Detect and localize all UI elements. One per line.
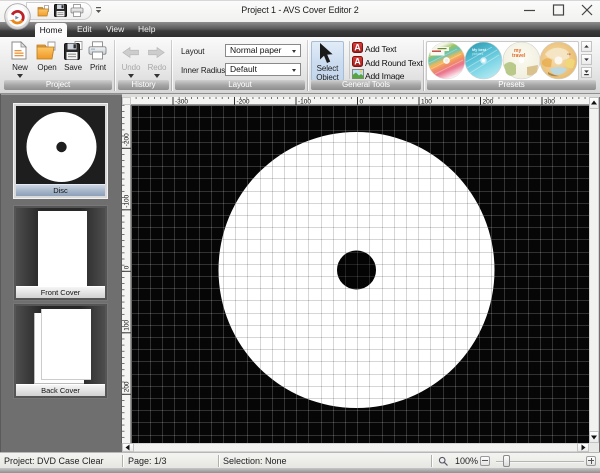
svg-text:100: 100 bbox=[124, 320, 131, 331]
svg-text:travel: travel bbox=[512, 53, 526, 59]
svg-text:A: A bbox=[354, 57, 361, 67]
svg-text:0: 0 bbox=[360, 99, 364, 106]
svg-text:pictures: pictures bbox=[472, 52, 484, 56]
svg-text:-200: -200 bbox=[237, 99, 250, 106]
svg-text:-100: -100 bbox=[298, 99, 311, 106]
svg-text:0: 0 bbox=[124, 265, 131, 269]
svg-text:100: 100 bbox=[421, 99, 432, 106]
svg-text:trip: trip bbox=[567, 52, 571, 56]
svg-text:-200: -200 bbox=[124, 133, 131, 146]
svg-text:200: 200 bbox=[124, 381, 131, 392]
svg-text:-100: -100 bbox=[124, 194, 131, 207]
svg-text:200: 200 bbox=[483, 99, 494, 106]
svg-text:300: 300 bbox=[544, 99, 555, 106]
svg-text:-300: -300 bbox=[175, 99, 188, 106]
svg-text:A: A bbox=[354, 43, 361, 53]
